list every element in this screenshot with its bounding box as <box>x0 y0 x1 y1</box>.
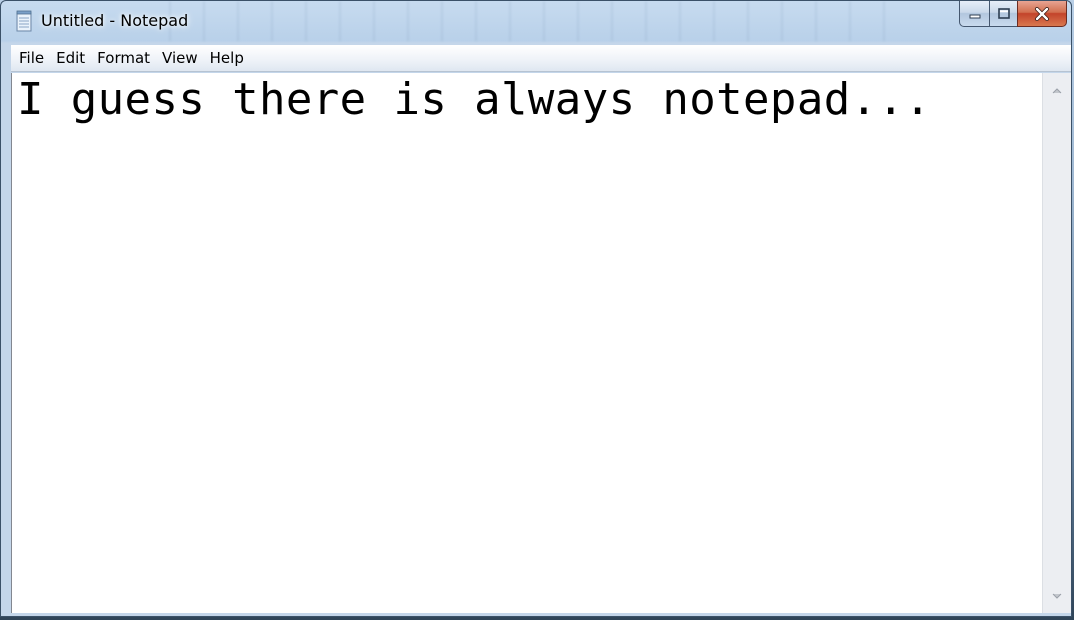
scroll-down-button[interactable] <box>1043 582 1071 610</box>
title-bar[interactable]: Untitled - Notepad <box>1 1 1071 42</box>
text-editor-area[interactable]: I guess there is always notepad... <box>11 73 1042 613</box>
minimize-button[interactable] <box>959 1 989 27</box>
scroll-up-button[interactable] <box>1043 76 1071 104</box>
notepad-window: Untitled - Notepad File Edit Format View… <box>0 0 1072 617</box>
vertical-scrollbar[interactable] <box>1042 73 1071 613</box>
minimize-icon <box>969 14 980 18</box>
editor-content[interactable]: I guess there is always notepad... <box>17 75 931 125</box>
menu-help[interactable]: Help <box>204 47 250 69</box>
scroll-down-arrow-icon <box>1052 593 1062 599</box>
window-bottom-border <box>11 613 1071 616</box>
menu-file[interactable]: File <box>13 47 50 69</box>
menu-format[interactable]: Format <box>91 47 156 69</box>
background-app-ghost <box>151 1 911 41</box>
maximize-button[interactable] <box>989 1 1017 27</box>
close-icon <box>1035 6 1049 21</box>
scroll-up-arrow-icon <box>1052 87 1062 93</box>
menu-view[interactable]: View <box>156 47 204 69</box>
caption-buttons <box>959 1 1067 28</box>
close-button[interactable] <box>1017 1 1067 27</box>
menu-bar: File Edit Format View Help <box>11 45 1071 72</box>
window-title: Untitled - Notepad <box>41 11 189 30</box>
menu-edit[interactable]: Edit <box>50 47 91 69</box>
notepad-app-icon[interactable] <box>15 10 33 32</box>
maximize-icon <box>997 7 1010 19</box>
